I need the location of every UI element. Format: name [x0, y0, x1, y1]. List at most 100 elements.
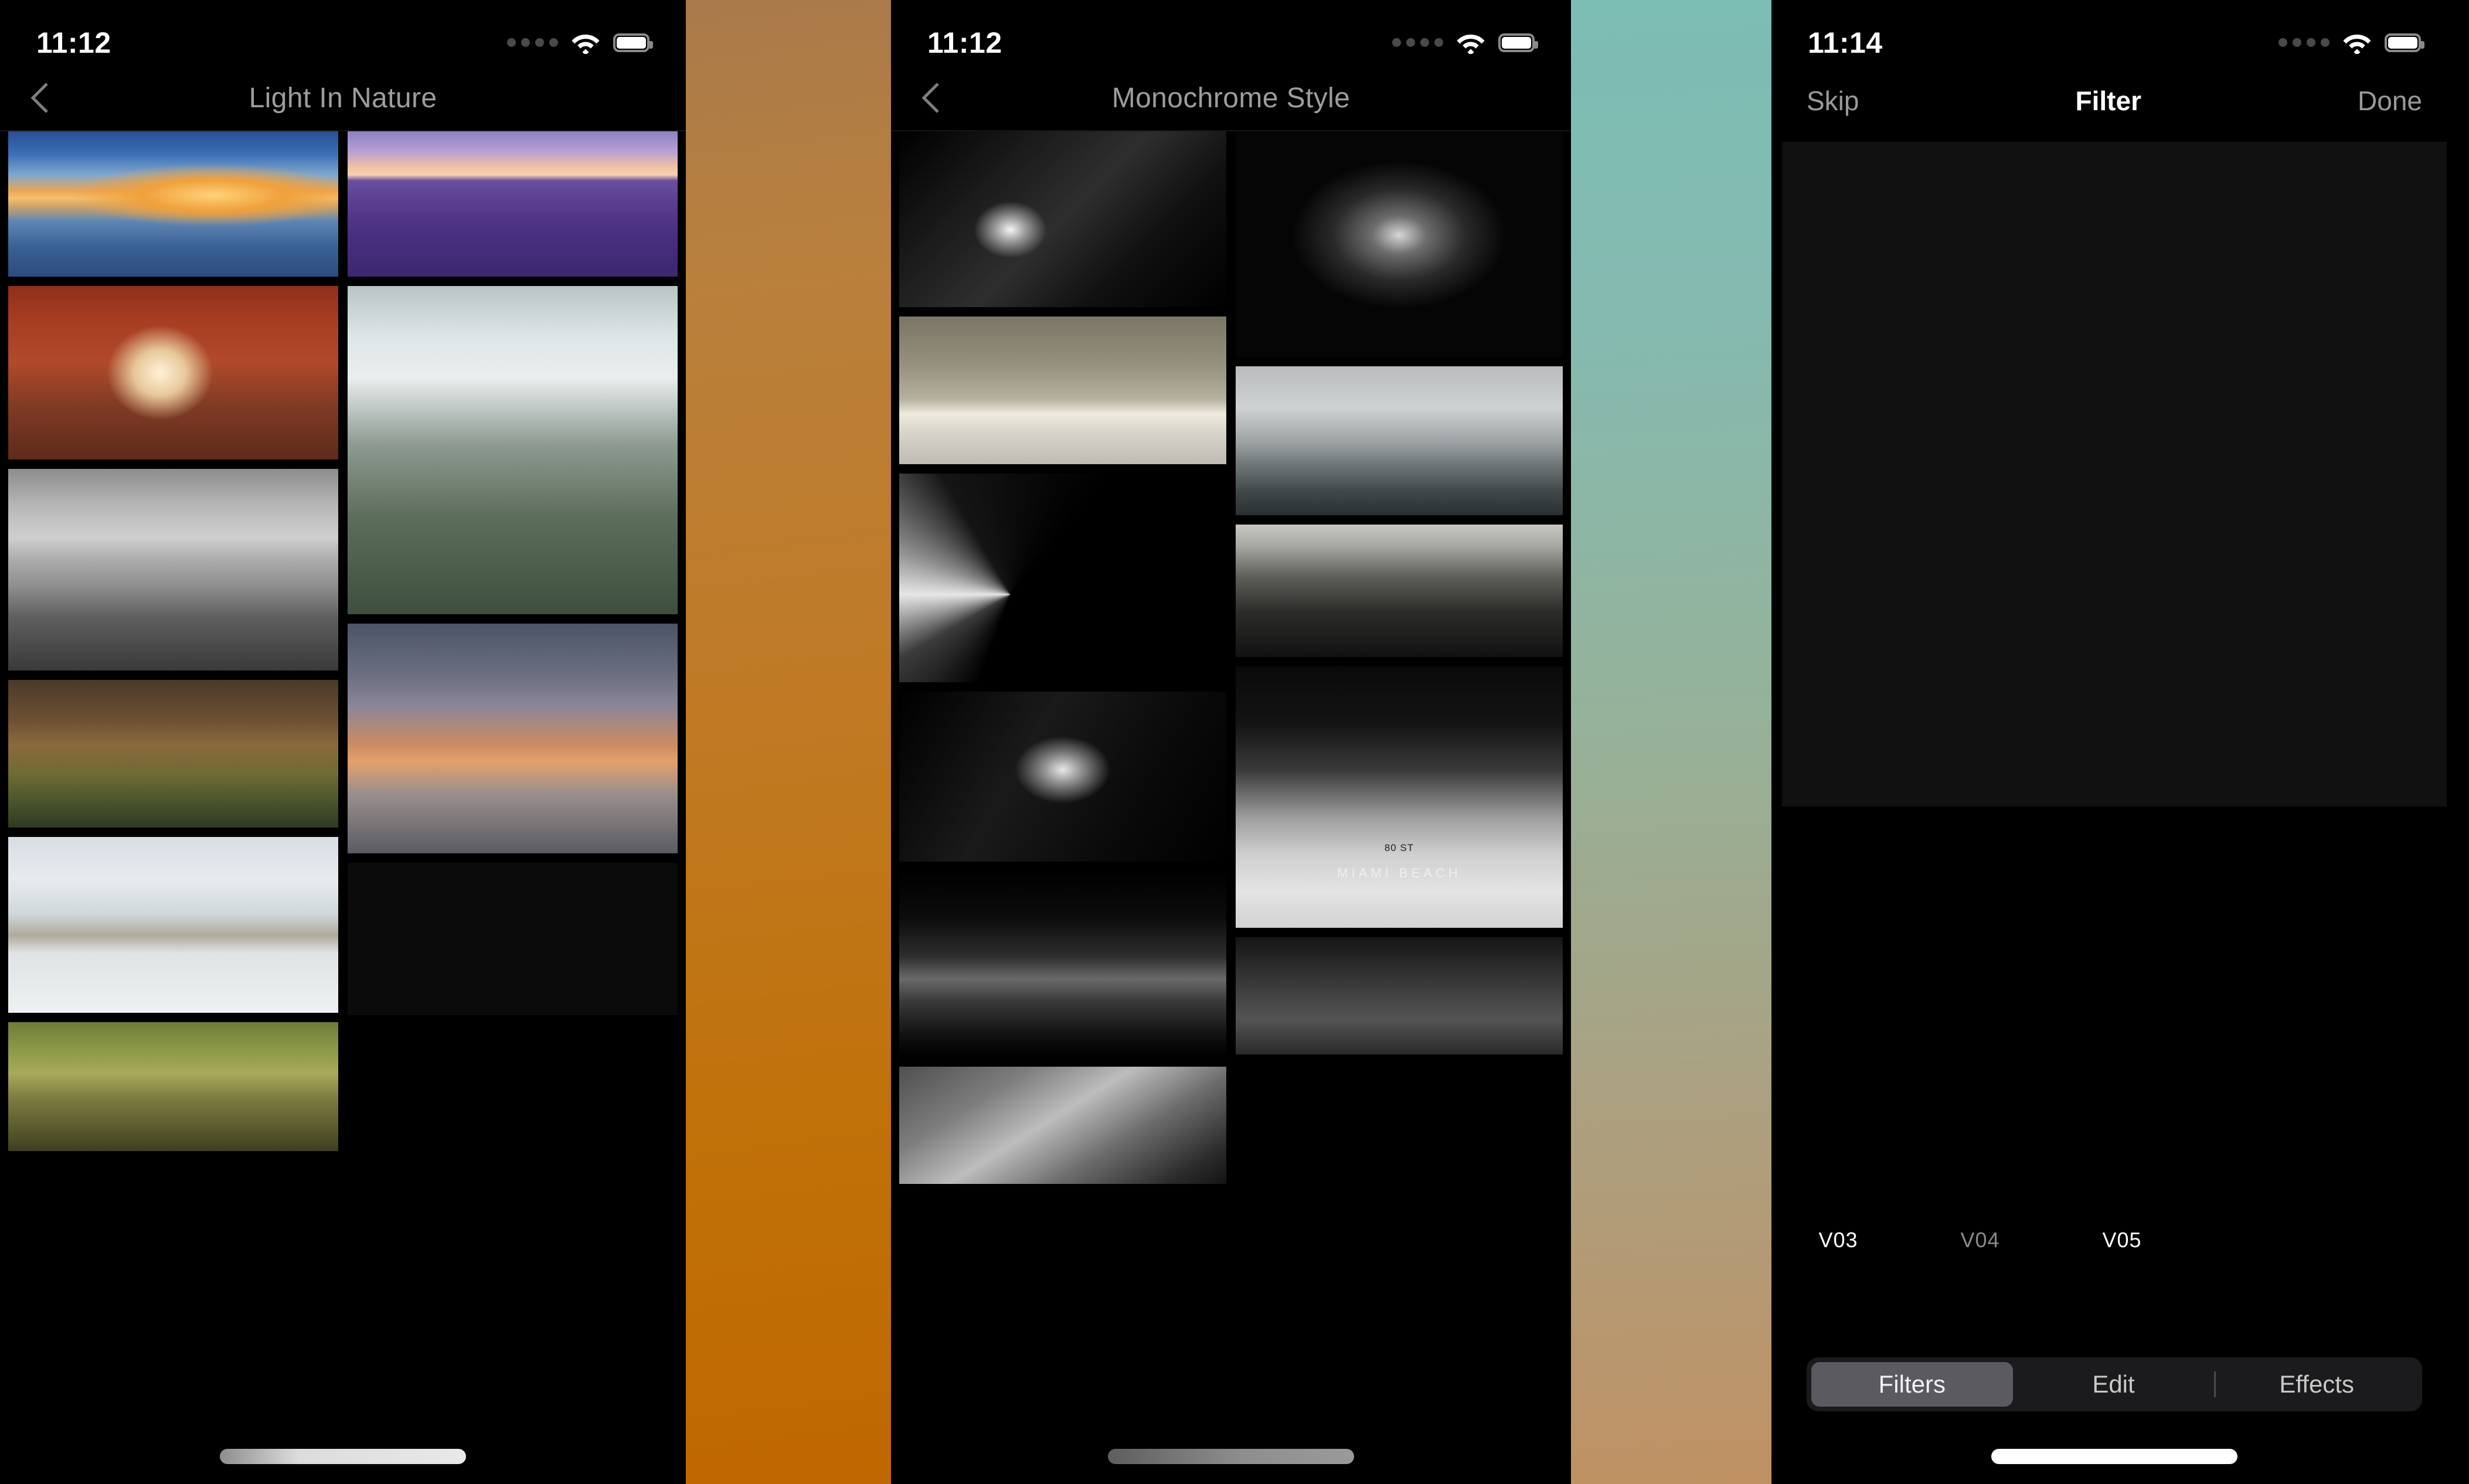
- page-title: Light In Nature: [249, 82, 437, 114]
- photo-tile[interactable]: [1236, 937, 1563, 1054]
- mode-segmented-control[interactable]: Filters Edit Effects: [1807, 1357, 2422, 1411]
- three-phone-screenshot-composite: 11:12 Light In Nature 11:12 Monochrome S…: [0, 0, 2469, 1484]
- status-clock: 11:12: [927, 26, 1002, 59]
- photo-tile[interactable]: 80 ST MIAMI BEACH: [1236, 666, 1563, 928]
- photo-tile[interactable]: [899, 131, 1226, 307]
- status-indicators: [2278, 32, 2424, 54]
- black-labrador-bw-photo: [1236, 131, 1563, 357]
- tab-effects[interactable]: Effects: [2216, 1362, 2417, 1407]
- storm-clouds-bw-photo: [899, 1067, 1226, 1184]
- photo-tile[interactable]: [348, 131, 678, 277]
- home-indicator[interactable]: [1991, 1449, 2237, 1464]
- panel-gallery-light-in-nature: 11:12 Light In Nature: [0, 0, 686, 1484]
- nav-bar: Light In Nature: [0, 66, 686, 130]
- grid-column-left: [8, 131, 338, 1484]
- photo-grid-light[interactable]: [0, 131, 686, 1484]
- filter-thumb-v03[interactable]: V03: [1774, 1078, 1903, 1266]
- page-title: Monochrome Style: [1111, 82, 1351, 114]
- filter-thumb-label: V03: [1818, 1228, 1858, 1252]
- concrete-pier-longexp-photo: [8, 469, 338, 670]
- photo-tile[interactable]: [8, 131, 338, 277]
- photo-tile[interactable]: [8, 469, 338, 670]
- status-bar: 11:12: [0, 0, 686, 66]
- tab-filters[interactable]: Filters: [1811, 1362, 2013, 1407]
- miami-beach-lifeguard-photo: [1236, 666, 1563, 928]
- panel-gallery-monochrome-style: 11:12 Monochrome Style 80 ST MIAMI BEACH: [891, 0, 1571, 1484]
- home-indicator[interactable]: [220, 1449, 466, 1464]
- dancer-stairs-bw-photo: [899, 692, 1226, 862]
- grass-path-bw-photo: [1236, 525, 1563, 657]
- lifeguard-place-label: MIAMI BEACH: [1337, 866, 1461, 880]
- cheetah-family-photo: [8, 680, 338, 828]
- battery-full-icon: [2385, 33, 2424, 52]
- lavender-field-sunrise-photo: [348, 131, 678, 277]
- grid-column-right: [348, 131, 678, 1484]
- filter-thumb-label: [2199, 1214, 2328, 1266]
- wifi-icon: [571, 32, 600, 54]
- photo-tile[interactable]: [348, 286, 678, 614]
- chevron-left-icon[interactable]: [27, 80, 54, 115]
- done-button[interactable]: Done: [2358, 85, 2422, 117]
- wifi-icon: [2342, 32, 2372, 54]
- autumn-forest-path-photo: [8, 286, 338, 460]
- misty-mountain-peaks-photo: [348, 286, 678, 614]
- filter-thumb-v04[interactable]: V04: [1916, 1078, 2045, 1266]
- teal-tan-gradient-separator: [1571, 0, 1771, 1484]
- signal-dots-icon: [1392, 38, 1443, 48]
- home-indicator[interactable]: [1108, 1449, 1354, 1464]
- mango-in-hand-preview[interactable]: [1782, 142, 2447, 806]
- signal-dots-icon: [2278, 38, 2329, 48]
- willow-on-water-photo: [8, 1022, 338, 1151]
- status-bar: 11:12: [891, 0, 1571, 66]
- photo-tile[interactable]: [348, 863, 678, 1015]
- filter-thumbnail-strip[interactable]: V03 V04 V05: [1771, 1078, 2457, 1272]
- status-indicators: [507, 32, 653, 54]
- status-indicators: [1392, 32, 1538, 54]
- orange-gradient-separator: [686, 0, 891, 1484]
- deer-in-misty-lake-photo: [8, 837, 338, 1013]
- breaching-whale-bw-photo: [1236, 366, 1563, 515]
- sunset-lake-reflection-photo: [8, 131, 338, 277]
- lifeguard-street-label: 80 ST: [1384, 842, 1414, 853]
- dark-gradient-bw-photo: [1236, 937, 1563, 1054]
- photo-tile[interactable]: [8, 1022, 338, 1151]
- battery-full-icon: [1498, 33, 1538, 52]
- golden-lake-pier-photo: [348, 863, 678, 1015]
- photo-grid-monochrome[interactable]: 80 ST MIAMI BEACH: [891, 131, 1571, 1484]
- photo-tile[interactable]: [899, 474, 1226, 682]
- filter-nav-bar: Skip Filter Done: [1771, 66, 2457, 136]
- two-winter-trees-bw-photo: [899, 316, 1226, 464]
- tunnel-staircase-bw-photo: [899, 131, 1226, 307]
- grid-column-right: 80 ST MIAMI BEACH: [1236, 131, 1563, 1484]
- tab-edit[interactable]: Edit: [2013, 1362, 2215, 1407]
- photo-tile[interactable]: [899, 871, 1226, 1057]
- photo-tile[interactable]: [899, 1067, 1226, 1184]
- jet-turbine-blades-photo: [899, 474, 1226, 682]
- chevron-left-icon[interactable]: [918, 80, 945, 115]
- signal-dots-icon: [507, 38, 558, 48]
- battery-full-icon: [613, 33, 653, 52]
- photo-tile[interactable]: [1236, 131, 1563, 357]
- wifi-icon: [1456, 32, 1485, 54]
- preview-container: [1771, 136, 2457, 806]
- city-skyline-night-photo: [899, 871, 1226, 1057]
- status-clock: 11:14: [1808, 26, 1883, 59]
- photo-tile[interactable]: [899, 316, 1226, 464]
- filter-thumb-v05[interactable]: V05: [2058, 1078, 2186, 1266]
- photo-tile[interactable]: [1236, 525, 1563, 657]
- nav-bar: Monochrome Style: [891, 66, 1571, 130]
- photo-tile[interactable]: [8, 680, 338, 828]
- status-clock: 11:12: [36, 26, 111, 59]
- filter-thumb-next-partial[interactable]: [2199, 1078, 2328, 1266]
- panel-filter-editor: 11:14 Skip Filter Done V03 V04 V05 Filte…: [1771, 0, 2457, 1484]
- filter-thumb-label: V05: [2102, 1228, 2142, 1252]
- photo-tile[interactable]: [899, 692, 1226, 862]
- boulder-sunset-sea-photo: [348, 624, 678, 853]
- skip-button[interactable]: Skip: [1807, 85, 1859, 117]
- photo-tile[interactable]: [348, 624, 678, 853]
- photo-tile[interactable]: [8, 286, 338, 460]
- page-title: Filter: [2075, 86, 2141, 116]
- photo-tile[interactable]: [8, 837, 338, 1013]
- filter-thumb-label: V04: [1960, 1228, 2000, 1252]
- photo-tile[interactable]: [1236, 366, 1563, 515]
